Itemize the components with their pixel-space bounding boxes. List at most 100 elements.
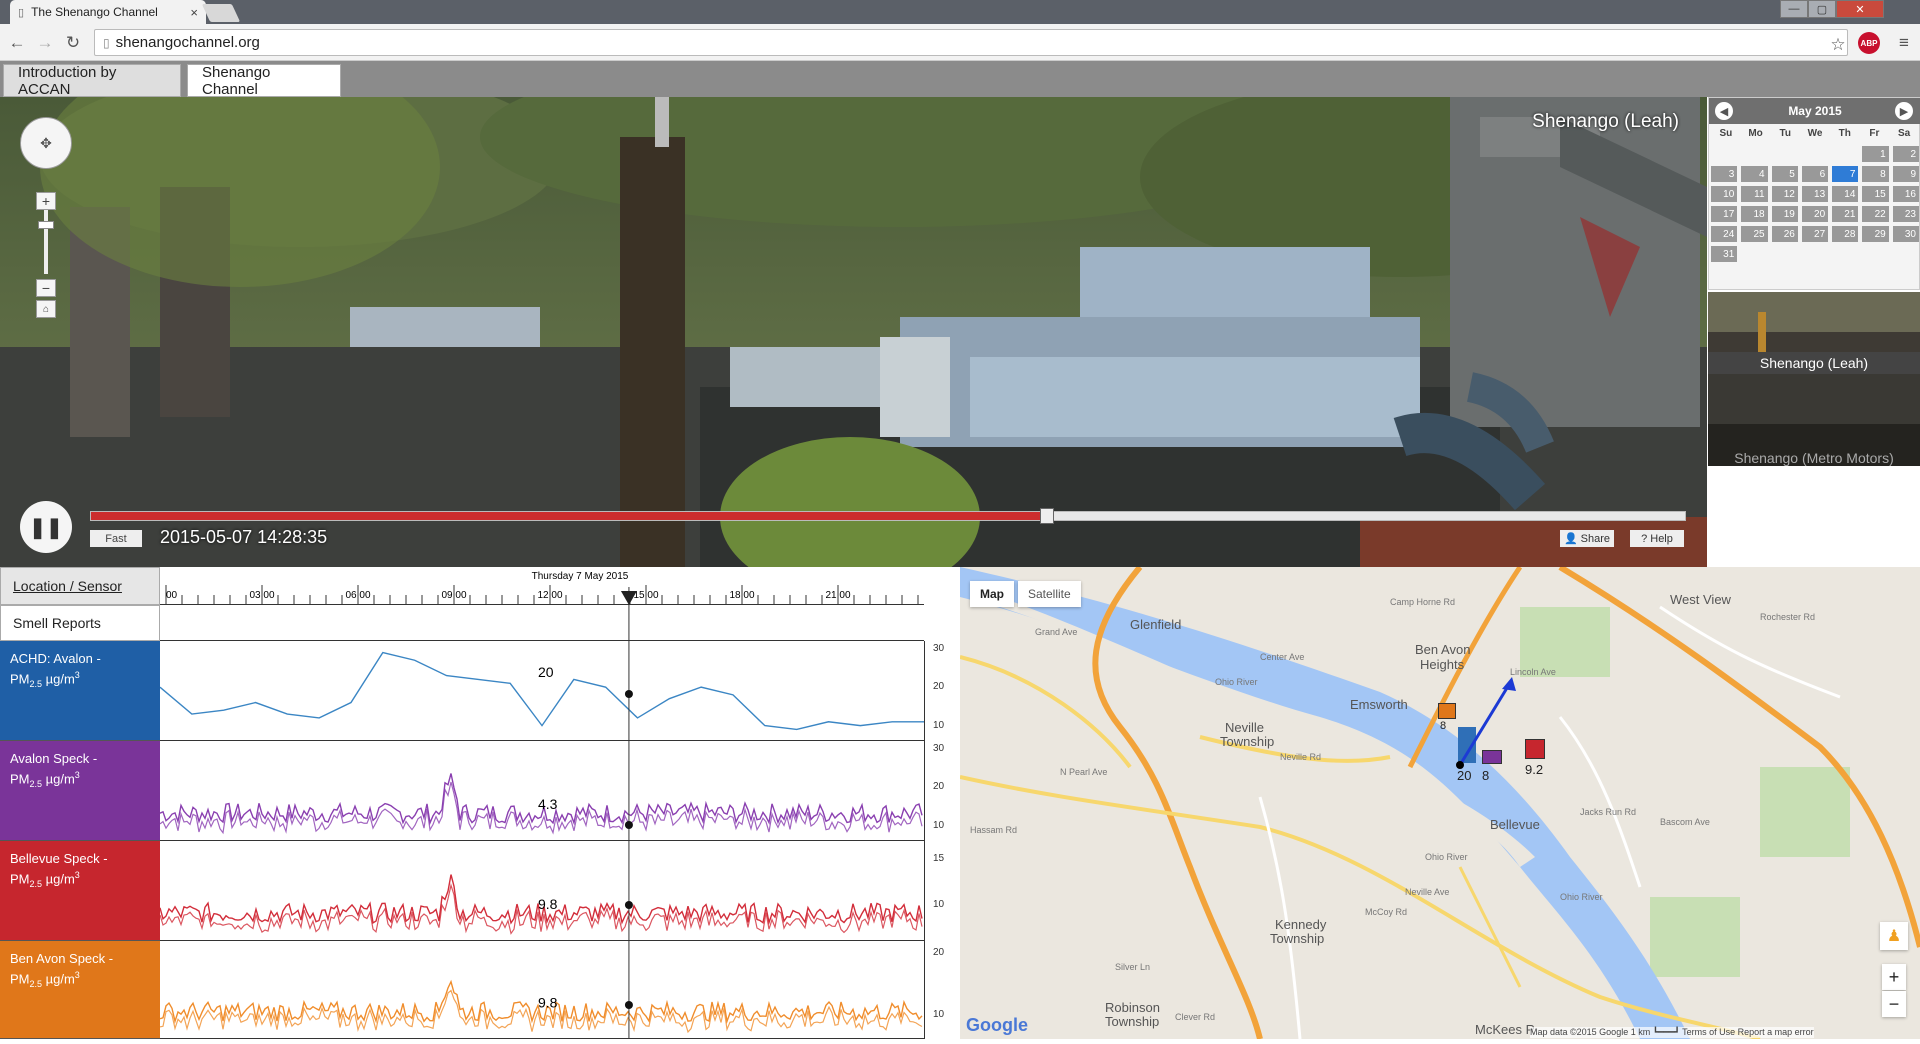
sensor-row-label[interactable]: Ben Avon Speck - PM2.5 µg/m3	[0, 941, 160, 1039]
sensor-row-label[interactable]: ACHD: Avalon - PM2.5 µg/m3	[0, 641, 160, 741]
cursor-point	[624, 821, 633, 829]
calendar-day[interactable]: 23	[1892, 206, 1919, 222]
zoom-slider[interactable]	[44, 210, 48, 274]
map-zoom-out-button[interactable]: −	[1882, 991, 1906, 1017]
sensor-row-label[interactable]: Bellevue Speck - PM2.5 µg/m3	[0, 841, 160, 941]
camera-name-label: Shenango (Leah)	[1532, 111, 1679, 132]
map-type-satellite-button[interactable]: Satellite	[1018, 581, 1081, 607]
tab-introduction[interactable]: Introduction by ACCAN	[3, 64, 181, 98]
share-button[interactable]: 👤 Share	[1560, 530, 1614, 547]
map-type-map-button[interactable]: Map	[970, 581, 1014, 607]
maximize-button[interactable]: ▢	[1808, 0, 1836, 18]
sensor-unit: PM2.5 µg/m3	[10, 870, 80, 889]
calendar-day[interactable]: 13	[1801, 186, 1829, 202]
calendar-day[interactable]: 27	[1801, 226, 1829, 242]
calendar-day[interactable]: 22	[1862, 206, 1889, 222]
calendar-day[interactable]: 3	[1711, 166, 1738, 182]
avalon-speck-value: 8	[1482, 768, 1490, 783]
street-view-pegman-icon[interactable]: ♟	[1880, 922, 1908, 950]
calendar-empty-cell	[1802, 146, 1828, 162]
map-place-label: Neville	[1225, 720, 1265, 735]
prev-month-icon[interactable]: ◀	[1715, 102, 1733, 120]
camera-thumb-label-leah: Shenango (Leah)	[1708, 352, 1920, 374]
calendar-day[interactable]: 15	[1862, 186, 1889, 202]
y-tick-label: 10	[933, 819, 945, 831]
calendar-day[interactable]: 17	[1711, 206, 1738, 222]
menu-icon[interactable]: ≡	[1893, 32, 1915, 54]
minimize-button[interactable]: —	[1780, 0, 1808, 18]
calendar-day[interactable]: 10	[1711, 186, 1738, 202]
sensor-unit: PM2.5 µg/m3	[10, 970, 80, 989]
sensor-row-label[interactable]: Avalon Speck - PM2.5 µg/m3	[0, 741, 160, 841]
map-road-label: Ohio River	[1560, 892, 1603, 902]
sensor-y-axis: 30 20 10	[924, 641, 960, 741]
calendar-day[interactable]: 16	[1892, 186, 1919, 202]
calendar-day[interactable]: 31	[1711, 246, 1738, 262]
close-window-button[interactable]: ✕	[1836, 0, 1884, 18]
map-view[interactable]: Glenfield Ben Avon Heights Emsworth Neville T…	[960, 567, 1920, 1039]
tab-shenango-channel[interactable]: Shenango Channel	[187, 64, 341, 98]
map-place-label: Township	[1270, 931, 1325, 946]
calendar-day[interactable]: 11	[1741, 186, 1768, 202]
calendar-day[interactable]: 14	[1832, 186, 1859, 202]
calendar-empty-cell	[1832, 146, 1858, 162]
address-bar[interactable]: ▯ shenangochannel.org	[94, 29, 1848, 56]
calendar-day[interactable]: 29	[1862, 226, 1889, 242]
next-month-icon[interactable]: ▶	[1895, 102, 1913, 120]
calendar-day[interactable]: 1	[1862, 146, 1889, 162]
sensor-title: Avalon Speck -	[10, 751, 98, 766]
new-tab-button[interactable]	[201, 4, 241, 22]
back-arrow-icon[interactable]: ←	[6, 32, 28, 54]
calendar-day[interactable]: 2	[1892, 146, 1919, 162]
zoom-out-button[interactable]: −	[36, 279, 56, 297]
tab-close-icon[interactable]: ×	[190, 5, 198, 20]
y-tick-label: 20	[933, 681, 945, 693]
browser-tab[interactable]: ▯ The Shenango Channel ×	[10, 0, 206, 24]
weekday-label: Fr	[1869, 128, 1880, 139]
calendar-day[interactable]: 9	[1892, 166, 1919, 182]
google-logo: Google	[966, 1015, 1028, 1035]
bookmark-star-icon[interactable]: ☆	[1827, 34, 1849, 56]
calendar-day[interactable]: 5	[1771, 166, 1798, 182]
zoom-in-button[interactable]: +	[36, 192, 56, 210]
reload-icon[interactable]: ↻	[62, 32, 84, 54]
weekday-label: Tu	[1779, 128, 1792, 139]
location-sensor-header[interactable]: Location / Sensor	[0, 567, 160, 605]
timeline-handle[interactable]	[1040, 508, 1055, 524]
camera-video-view[interactable]: Shenango (Leah) ✥ + − ⌂ ❚❚ Fast 2015-05-…	[0, 97, 1707, 567]
sensor-unit: PM2.5 µg/m3	[10, 670, 80, 689]
calendar-day[interactable]: 4	[1741, 166, 1768, 182]
forward-arrow-icon[interactable]: →	[34, 32, 56, 54]
calendar-day[interactable]: 20	[1801, 206, 1829, 222]
calendar-day[interactable]: 28	[1832, 226, 1859, 242]
calendar-day[interactable]: 25	[1741, 226, 1768, 242]
zoom-slider-handle[interactable]	[38, 221, 54, 229]
adblock-icon[interactable]: ABP	[1858, 32, 1880, 54]
calendar-day[interactable]: 21	[1832, 206, 1859, 222]
speed-button[interactable]: Fast	[90, 530, 142, 547]
time-cursor[interactable]	[160, 567, 924, 1039]
sensor-y-axis: 15 10	[924, 841, 960, 941]
help-label: Help	[1650, 532, 1673, 545]
calendar-day[interactable]: 12	[1771, 186, 1798, 202]
calendar-day[interactable]: 6	[1801, 166, 1829, 182]
map-zoom-in-button[interactable]: +	[1882, 964, 1906, 990]
cursor-handle[interactable]	[620, 591, 637, 605]
calendar-day[interactable]: 19	[1771, 206, 1798, 222]
calendar-day[interactable]: 30	[1892, 226, 1919, 242]
calendar-day[interactable]: 8	[1862, 166, 1889, 182]
weekday-label: We	[1807, 128, 1823, 139]
map-road-label: Rochester Rd	[1760, 612, 1816, 622]
calendar-day[interactable]: 18	[1741, 206, 1768, 222]
calendar-day[interactable]: 7	[1832, 166, 1859, 182]
pan-control-icon[interactable]: ✥	[20, 117, 72, 169]
map-footer[interactable]: Map data ©2015 Google 1 km ┗━━━┛ Terms o…	[1530, 1027, 1814, 1038]
pause-button[interactable]: ❚❚	[20, 501, 72, 553]
help-button[interactable]: ? Help	[1630, 530, 1684, 547]
calendar-empty-cell	[1711, 146, 1737, 162]
bellevue-speck-value: 9.2	[1525, 762, 1544, 777]
timeline-track[interactable]	[90, 508, 1686, 524]
lock-icon[interactable]: ⌂	[36, 300, 56, 318]
calendar-day[interactable]: 26	[1771, 226, 1798, 242]
calendar-day[interactable]: 24	[1711, 226, 1738, 242]
